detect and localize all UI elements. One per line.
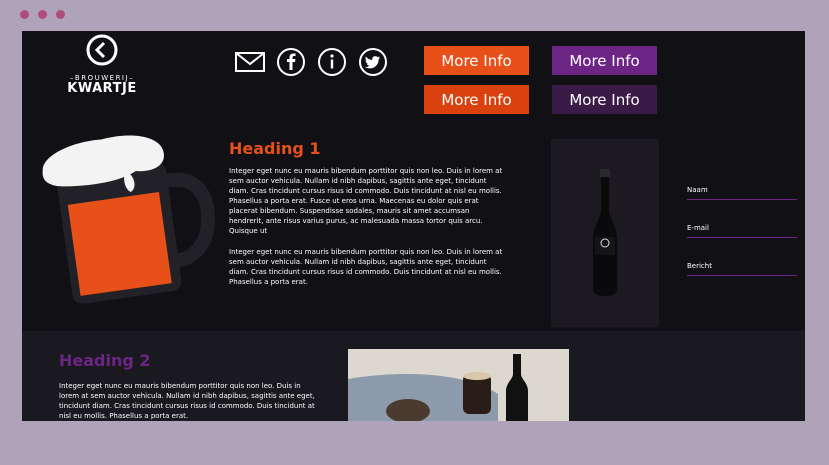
window-dot[interactable]: [38, 10, 47, 19]
more-info-button[interactable]: More Info: [552, 85, 657, 114]
window-dot[interactable]: [56, 10, 65, 19]
contact-form: Naam E-mail Bericht: [687, 177, 797, 291]
name-field[interactable]: Naam: [687, 177, 797, 200]
social-links: [235, 47, 388, 77]
hero-paragraph: Integer eget nunc eu mauris bibendum por…: [229, 248, 503, 286]
section-2: Heading 2 Integer eget nunc eu mauris bi…: [22, 331, 805, 421]
hero-paragraph: Integer eget nunc eu mauris bibendum por…: [229, 167, 503, 235]
email-field[interactable]: E-mail: [687, 215, 797, 238]
name-label: Naam: [687, 186, 708, 194]
email-label: E-mail: [687, 224, 709, 232]
beer-table-photo: [348, 349, 569, 421]
page-frame: –BROUWERIJ– KWARTJE More Info More Info …: [22, 31, 805, 421]
more-info-button[interactable]: More Info: [424, 85, 529, 114]
facebook-icon[interactable]: [276, 47, 306, 77]
heading-1: Heading 1: [229, 139, 321, 158]
window-controls: [20, 10, 65, 19]
message-label: Bericht: [687, 262, 712, 270]
logo-mark-icon: [86, 34, 118, 66]
beer-mug-illustration: [42, 135, 215, 304]
photo-illustration: [348, 349, 569, 421]
mail-icon[interactable]: [235, 47, 265, 77]
window-dot[interactable]: [20, 10, 29, 19]
more-info-button[interactable]: More Info: [552, 46, 657, 75]
message-field[interactable]: Bericht: [687, 253, 797, 276]
twitter-icon[interactable]: [358, 47, 388, 77]
beer-bottle-image: [551, 139, 659, 327]
bottle-photo: [551, 139, 659, 327]
section2-paragraph: Integer eget nunc eu mauris bibendum por…: [59, 382, 315, 420]
brand-logo[interactable]: –BROUWERIJ– KWARTJE: [62, 34, 142, 95]
brand-name: KWARTJE: [67, 81, 137, 96]
more-info-button[interactable]: More Info: [424, 46, 529, 75]
heading-2: Heading 2: [59, 351, 151, 370]
info-icon[interactable]: [317, 47, 347, 77]
